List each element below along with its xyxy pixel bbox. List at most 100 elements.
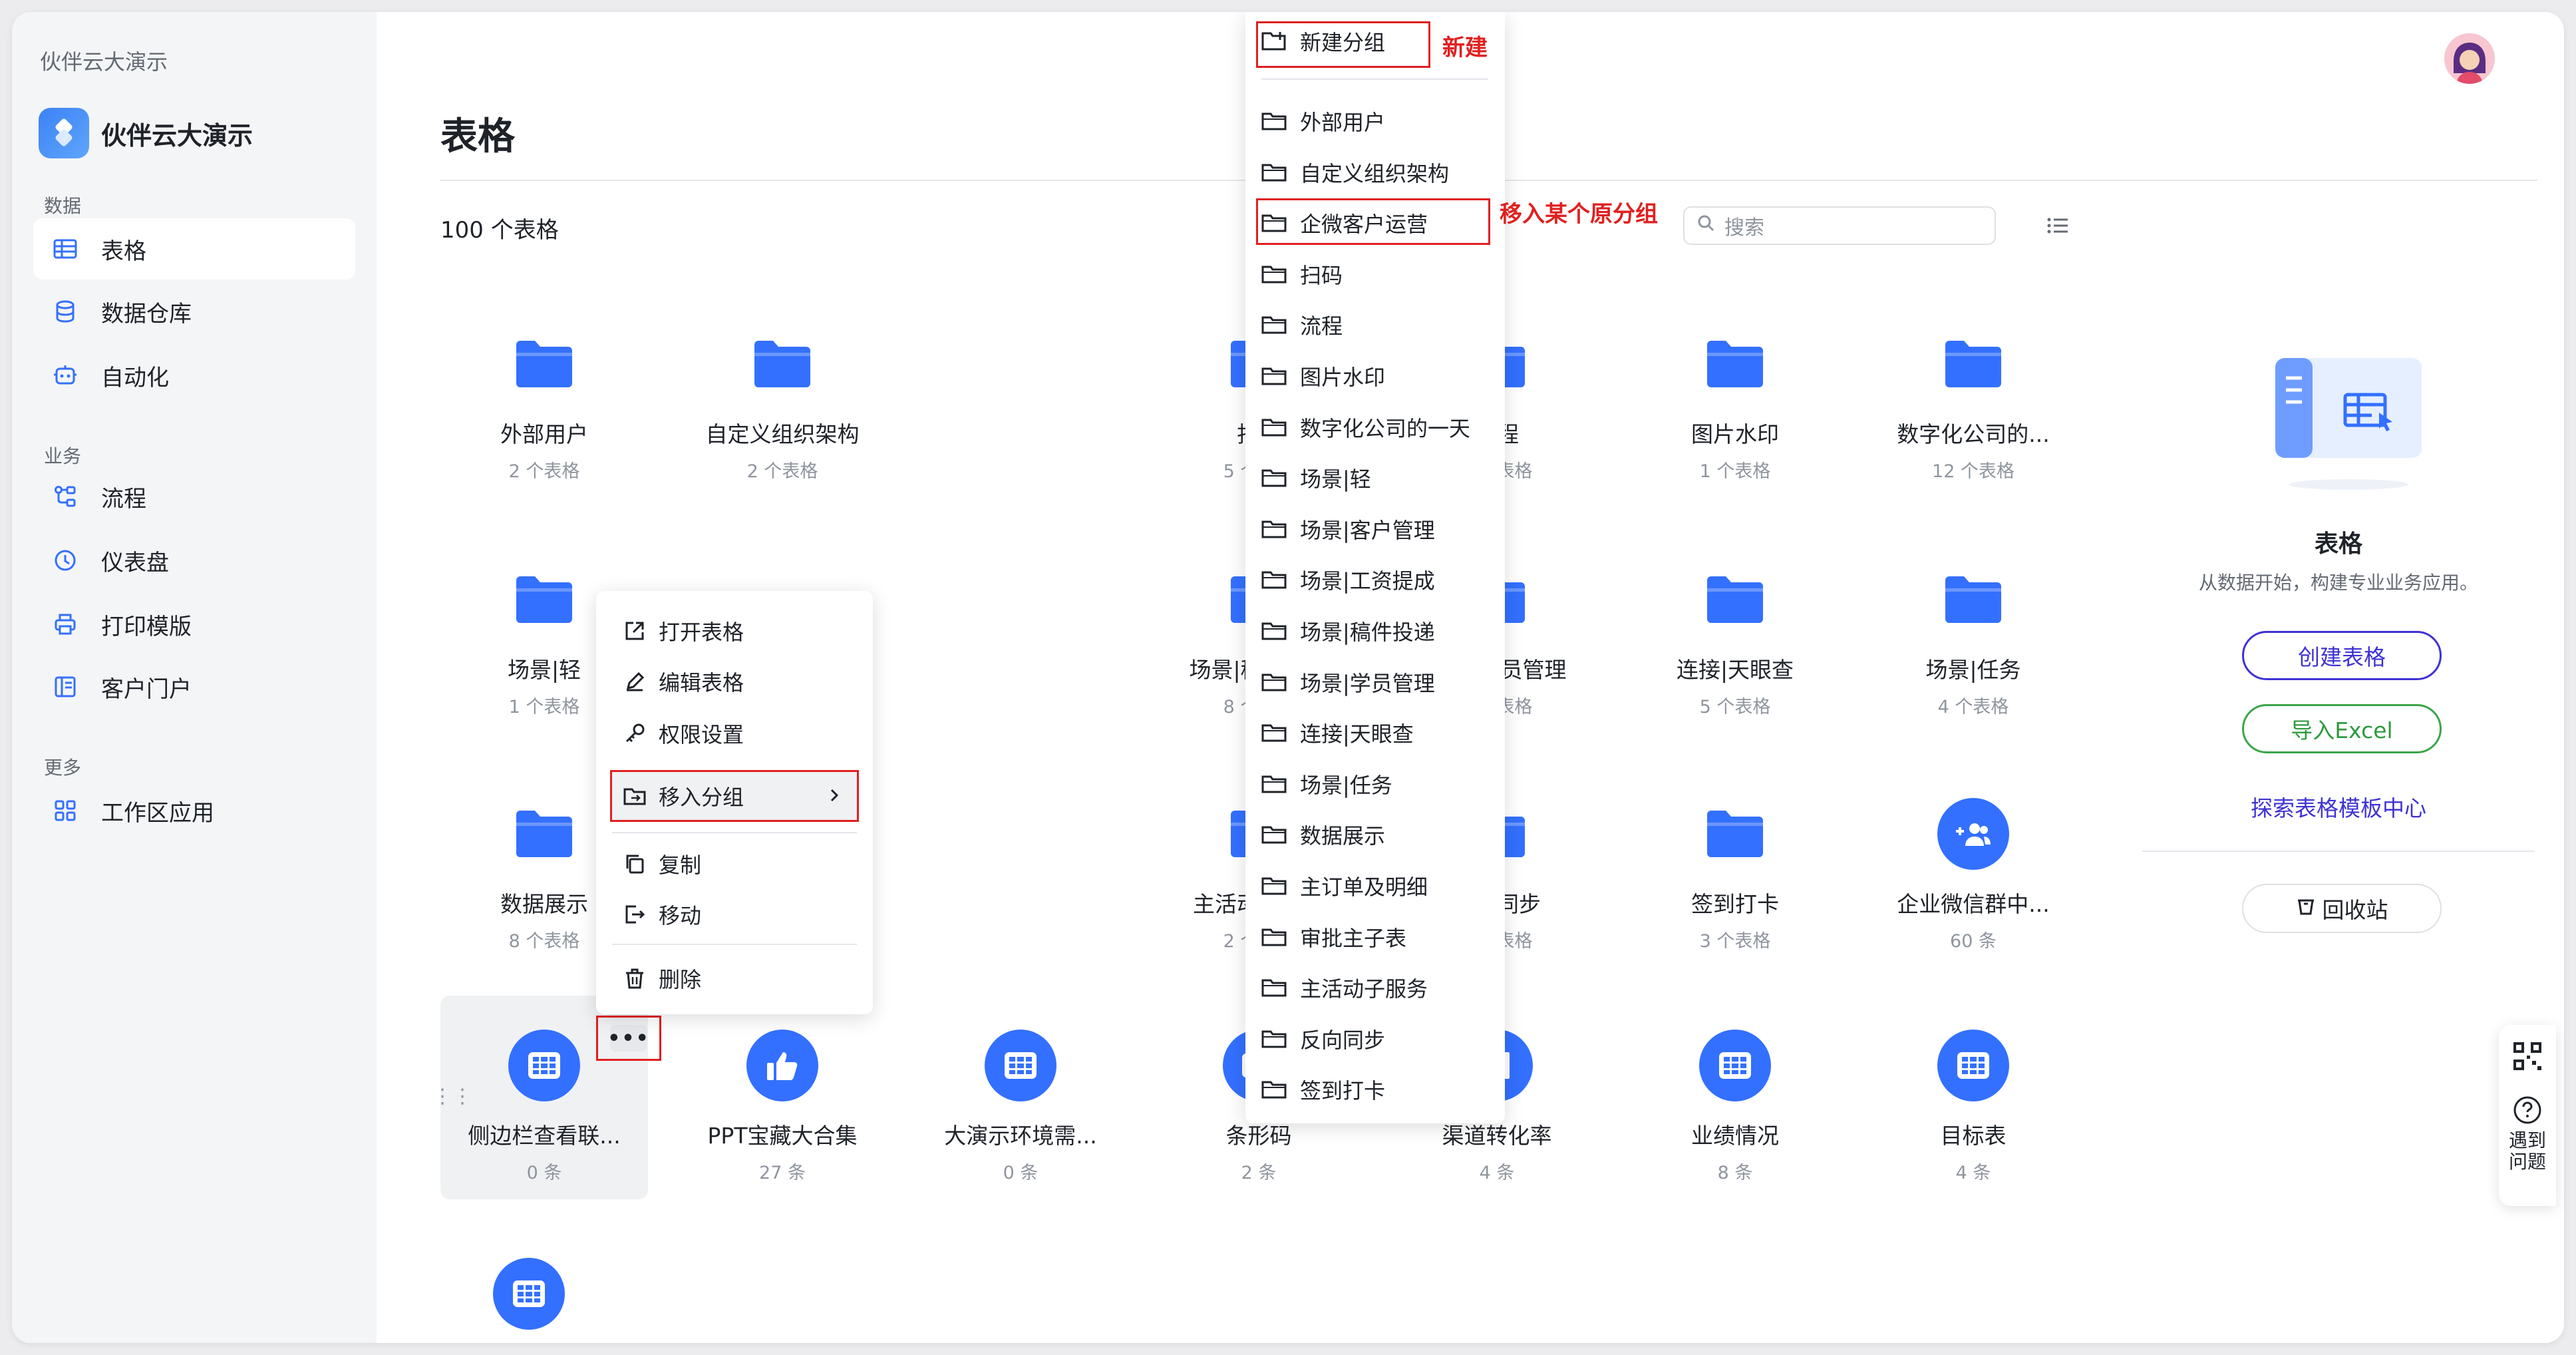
tile-subtitle: 1 个表格: [1699, 461, 1771, 482]
group-add-icon: [1937, 797, 2009, 871]
sidebar-item-customer-portal[interactable]: 客户门户: [33, 656, 355, 717]
table-tile[interactable]: 外部用户 2 个表格: [440, 294, 648, 498]
group-submenu: 新建分组 外部用户 自定义组织架构 企微客户运营 扫码 流程 图片水印 数字化公司的一天 场景…: [1245, 12, 1505, 1123]
group-item[interactable]: 反向同步: [1261, 1019, 1385, 1059]
group-label: 外部用户: [1300, 110, 1386, 135]
group-item[interactable]: 自定义组织架构: [1261, 152, 1449, 192]
folder-icon: [1704, 797, 1766, 871]
section-label-more: 更多: [44, 757, 82, 779]
grid-table-icon: [1699, 1029, 1771, 1102]
table-tile[interactable]: 签到打卡 3 个表格: [1631, 764, 1839, 968]
menu-edit-table[interactable]: 编辑表格: [612, 658, 857, 705]
group-item[interactable]: 场景|工资提成: [1261, 560, 1435, 600]
partial-tile-icon[interactable]: [493, 1258, 565, 1330]
group-item[interactable]: 审批主子表: [1261, 917, 1406, 957]
menu-permissions[interactable]: 权限设置: [612, 709, 857, 757]
group-item[interactable]: 场景|学员管理: [1261, 662, 1435, 702]
sidebar-item-tables[interactable]: 表格: [33, 218, 355, 280]
tile-subtitle: 8 条: [1717, 1163, 1753, 1183]
sidebar-item-datawarehouse[interactable]: 数据仓库: [33, 281, 355, 342]
trash-icon: [2296, 896, 2316, 922]
menu-move[interactable]: 移动: [612, 890, 857, 938]
group-label: 连接|天眼查: [1300, 721, 1414, 747]
sidebar-item-label: 打印模版: [101, 613, 192, 640]
table-count: 100 个表格: [440, 217, 559, 244]
folder-outline-icon: [1261, 415, 1289, 439]
create-table-button[interactable]: 创建表格: [2242, 631, 2442, 680]
group-item[interactable]: 场景|轻: [1261, 458, 1371, 498]
explore-templates-link[interactable]: 探索表格模板中心: [2142, 791, 2535, 823]
table-tile[interactable]: PPT宝藏大合集 27 条: [679, 996, 886, 1199]
group-item[interactable]: 主活动子服务: [1261, 968, 1428, 1008]
sidebar-item-flow[interactable]: 流程: [33, 466, 355, 527]
tile-title: 场景|任务: [1925, 657, 2021, 683]
workspace-name[interactable]: 伙伴云大演示: [40, 45, 168, 76]
app-header[interactable]: 伙伴云大演示: [39, 108, 253, 158]
sidebar-item-label: 工作区应用: [101, 799, 214, 827]
table-tile[interactable]: 数字化公司的... 12 个表格: [1869, 294, 2077, 498]
group-item[interactable]: 连接|天眼查: [1261, 713, 1414, 753]
annotation-box-move: [1256, 198, 1490, 245]
grid-table-icon: [508, 1029, 580, 1102]
menu-copy[interactable]: 复制: [612, 840, 857, 888]
group-label: 图片水印: [1300, 365, 1386, 390]
chevron-right-icon: [829, 783, 840, 809]
sidebar-item-workspace-apps[interactable]: 工作区应用: [33, 780, 355, 841]
table-tile[interactable]: 连接|天眼查 5 个表格: [1631, 530, 1839, 733]
help-widget[interactable]: 遇到问题: [2499, 1025, 2556, 1206]
question-icon[interactable]: [2513, 1095, 2542, 1125]
group-item[interactable]: 签到打卡: [1261, 1069, 1385, 1109]
group-item[interactable]: 数据展示: [1261, 815, 1385, 855]
group-item[interactable]: 图片水印: [1261, 356, 1385, 396]
qr-code-icon[interactable]: [2512, 1041, 2543, 1071]
user-avatar[interactable]: [2444, 33, 2495, 84]
tile-subtitle: 4 条: [1955, 1163, 1991, 1183]
menu-delete[interactable]: 删除: [612, 954, 857, 1002]
group-item[interactable]: 场景|客户管理: [1261, 509, 1435, 549]
folder-icon: [514, 327, 575, 401]
list-view-toggle[interactable]: [2042, 210, 2073, 241]
table-tile[interactable]: 企业微信群中... 60 条: [1869, 764, 2077, 968]
tile-subtitle: 8 个表格: [508, 931, 580, 952]
recycle-bin-button[interactable]: 回收站: [2242, 884, 2442, 933]
grid-table-icon: [985, 1029, 1056, 1102]
printer-icon: [52, 611, 79, 638]
table-tile[interactable]: 目标表 4 条: [1869, 996, 2077, 1199]
annotation-move: 移入某个原分组: [1500, 201, 1658, 228]
sidebar-item-print-template[interactable]: 打印模版: [33, 594, 355, 655]
group-item[interactable]: 流程: [1261, 305, 1343, 345]
tile-subtitle: 12 个表格: [1932, 461, 2014, 482]
group-item[interactable]: 数字化公司的一天: [1261, 407, 1470, 447]
drag-handle-icon[interactable]: ⋮⋮: [432, 1085, 472, 1108]
tile-title: 数据展示: [500, 891, 588, 917]
table-tile[interactable]: 图片水印 1 个表格: [1631, 294, 1839, 498]
table-tile[interactable]: 自定义组织架构 2 个表格: [679, 294, 886, 498]
sidebar-item-automation[interactable]: 自动化: [33, 345, 355, 406]
main-content: 表格 100 个表格 搜索 外部用户 2 个表格 自定义组织架构 2 个表格 扫码 5 个…: [377, 12, 2564, 1343]
more-actions-button[interactable]: •••: [596, 1016, 661, 1061]
table-tile[interactable]: 大演示环境需... 0 条: [917, 996, 1124, 1199]
folder-icon: [514, 797, 575, 871]
group-item[interactable]: 扫码: [1261, 254, 1343, 294]
group-label: 场景|稿件投递: [1300, 620, 1435, 645]
annotation-new: 新建: [1442, 35, 1488, 61]
table-tile[interactable]: 业绩情况 8 条: [1631, 996, 1839, 1199]
sidebar-item-dashboard[interactable]: 仪表盘: [33, 530, 355, 591]
table-tile[interactable]: 场景|任务 4 个表格: [1869, 530, 2077, 733]
tile-subtitle: 0 条: [526, 1163, 562, 1183]
menu-move-to-group[interactable]: 移入分组: [610, 770, 859, 822]
group-item[interactable]: 场景|任务: [1261, 764, 1392, 804]
tile-title: 图片水印: [1691, 421, 1779, 447]
group-item[interactable]: 主订单及明细: [1261, 866, 1428, 906]
thumbs-up-icon: [746, 1029, 818, 1102]
tile-subtitle: 5 个表格: [1699, 697, 1771, 717]
sidebar: 伙伴云大演示 伙伴云大演示 数据 表格 数据仓库 自动化 业务 流程 仪表盘 打…: [12, 12, 377, 1343]
search-input[interactable]: 搜索: [1683, 206, 1996, 245]
group-label: 扫码: [1300, 262, 1343, 288]
folder-outline-icon: [1261, 466, 1289, 490]
tile-title: 数字化公司的...: [1897, 421, 2050, 447]
import-excel-button[interactable]: 导入Excel: [2242, 704, 2442, 753]
group-item[interactable]: 场景|稿件投递: [1261, 611, 1435, 651]
group-item[interactable]: 外部用户: [1261, 101, 1385, 141]
menu-open-table[interactable]: 打开表格: [612, 607, 857, 655]
